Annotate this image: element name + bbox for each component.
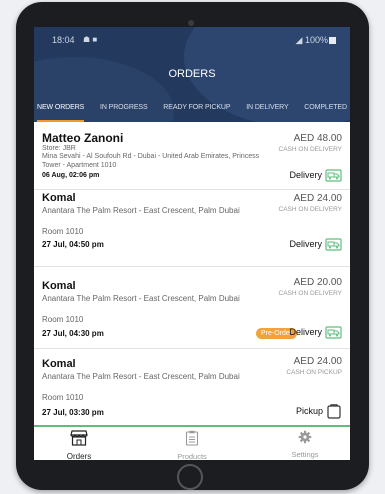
- tab-ready-for-pickup[interactable]: READY FOR PICKUP: [163, 102, 230, 122]
- fulfillment-method: Delivery: [289, 168, 342, 182]
- nav-label: Products: [177, 452, 207, 460]
- customer-name: Komal: [42, 280, 76, 292]
- room-number: Room 1010: [42, 315, 84, 324]
- order-amount: AED 24.00: [293, 356, 342, 367]
- orders-list: Matteo Zanoni Store: JBR Mina Sevahi - A…: [34, 122, 350, 424]
- nav-settings[interactable]: Settings: [270, 430, 340, 459]
- fulfillment-label: Delivery: [289, 239, 322, 249]
- tab-completed[interactable]: COMPLETED: [304, 102, 347, 122]
- nav-label: Settings: [291, 450, 319, 459]
- battery-icon: [329, 37, 336, 44]
- tablet-frame: 18:04 ☗ ■ ◢ 100% ORDERS NEW ORDERS IN PR…: [16, 2, 369, 490]
- payment-method: CASH ON DELIVERY: [278, 206, 342, 213]
- delivery-address: Anantara The Palm Resort - East Crescent…: [42, 372, 240, 381]
- fulfillment-label: Pickup: [295, 406, 323, 416]
- order-card[interactable]: Komal Anantara The Palm Resort - East Cr…: [34, 349, 350, 424]
- status-bar: 18:04 ☗ ■ ◢ 100%: [34, 35, 350, 49]
- tab-in-delivery[interactable]: IN DELIVERY: [246, 102, 288, 122]
- bottom-navigation: Orders Products Settings: [34, 425, 350, 460]
- payment-method: CASH ON PICKUP: [286, 369, 342, 376]
- order-card[interactable]: Komal Anantara The Palm Resort - East Cr…: [34, 190, 350, 267]
- nav-products[interactable]: Products: [157, 430, 227, 460]
- home-button[interactable]: [177, 464, 203, 490]
- fulfillment-label: Delivery: [289, 170, 322, 180]
- clipboard-icon: [185, 430, 199, 446]
- battery-level: 100%: [304, 35, 328, 45]
- delivery-truck-icon: [325, 169, 342, 182]
- camera: [188, 20, 194, 26]
- customer-name: Komal: [42, 192, 76, 204]
- room-number: Room 1010: [42, 393, 84, 402]
- order-amount: AED 24.00: [293, 193, 342, 204]
- tab-in-progress[interactable]: IN PROGRESS: [100, 102, 148, 122]
- order-amount: AED 20.00: [293, 277, 342, 288]
- customer-name: Komal: [42, 358, 76, 370]
- delivery-address: Mina Sevahi - Al Soufouh Rd - Dubai - Un…: [42, 153, 260, 169]
- fulfillment-method: Delivery: [289, 237, 342, 251]
- header: 18:04 ☗ ■ ◢ 100% ORDERS NEW ORDERS IN PR…: [34, 27, 350, 122]
- delivery-address: Anantara The Palm Resort - East Crescent…: [42, 294, 240, 303]
- signal-icon: ◢: [295, 35, 305, 45]
- order-status-tabs: NEW ORDERS IN PROGRESS READY FOR PICKUP …: [34, 102, 350, 122]
- page-title: ORDERS: [168, 68, 216, 80]
- tab-new-orders[interactable]: NEW ORDERS: [37, 102, 84, 122]
- order-amount: AED 48.00: [293, 133, 342, 144]
- gear-icon: [298, 430, 312, 444]
- battery-indicator: ◢ 100%: [296, 35, 336, 46]
- shopping-bag-icon: [327, 404, 341, 419]
- nav-label: Orders: [66, 452, 92, 460]
- delivery-truck-icon: [325, 238, 342, 251]
- fulfillment-method: Pickup: [296, 403, 342, 419]
- order-datetime: 27 Jul, 03:30 pm: [42, 408, 104, 417]
- order-card[interactable]: Komal Anantara The Palm Resort - East Cr…: [34, 267, 350, 349]
- order-datetime: 27 Jul, 04:30 pm: [42, 329, 104, 338]
- customer-name: Matteo Zanoni: [42, 131, 124, 145]
- notification-icons: ☗ ■: [83, 35, 98, 44]
- app-screen: 18:04 ☗ ■ ◢ 100% ORDERS NEW ORDERS IN PR…: [34, 27, 350, 460]
- payment-method: CASH ON DELIVERY: [278, 146, 342, 153]
- fulfillment-label: Delivery: [289, 327, 322, 337]
- fulfillment-method: Delivery: [289, 325, 342, 339]
- order-datetime: 27 Jul, 04:50 pm: [42, 240, 104, 249]
- order-datetime: 06 Aug, 02:06 pm: [42, 172, 100, 179]
- delivery-address: Anantara The Palm Resort - East Crescent…: [42, 206, 240, 215]
- storefront-icon: [70, 430, 88, 446]
- delivery-truck-icon: [325, 326, 342, 339]
- order-card[interactable]: Matteo Zanoni Store: JBR Mina Sevahi - A…: [34, 122, 350, 190]
- room-number: Room 1010: [42, 227, 84, 236]
- status-time: 18:04: [52, 35, 75, 45]
- payment-method: CASH ON DELIVERY: [278, 290, 342, 297]
- nav-orders[interactable]: Orders: [44, 430, 114, 460]
